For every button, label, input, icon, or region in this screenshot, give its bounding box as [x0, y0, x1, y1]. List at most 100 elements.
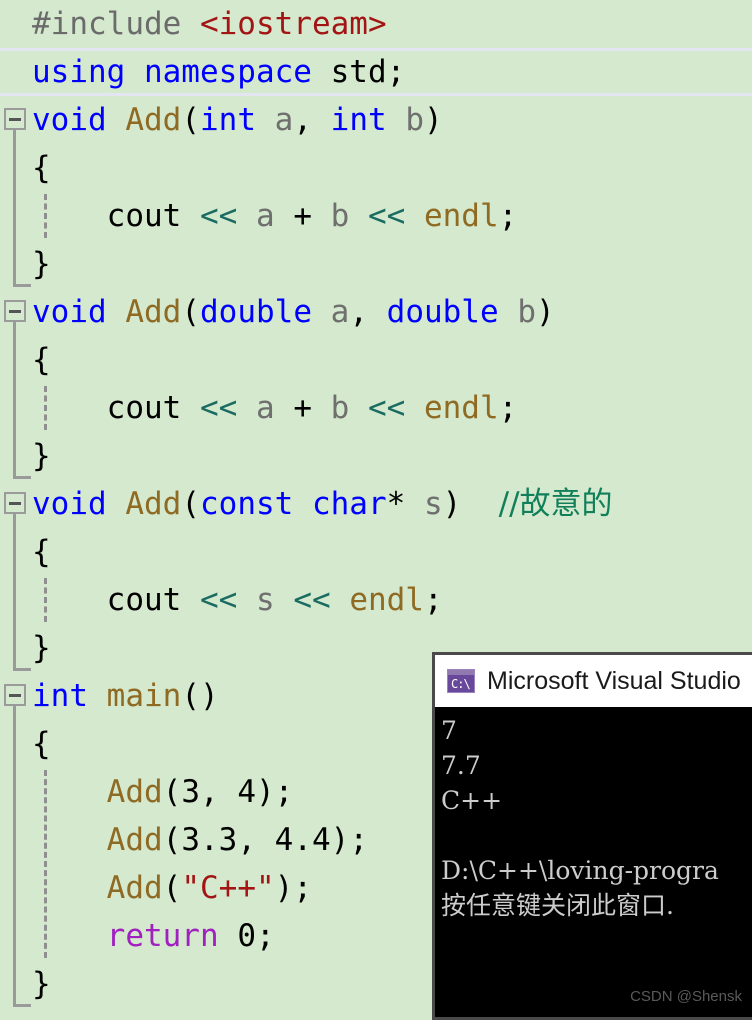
code-line[interactable]: using namespace std;: [0, 48, 752, 96]
code-token: #include: [32, 6, 200, 42]
code-token: a: [330, 294, 350, 330]
code-token: Add: [125, 294, 182, 330]
code-token: ): [442, 486, 499, 522]
block-guide-foot: [13, 284, 31, 287]
code-token: double: [200, 294, 331, 330]
code-token: ,: [200, 774, 238, 810]
code-token: <<: [367, 198, 424, 234]
code-token: {: [32, 726, 51, 762]
code-line[interactable]: cout << a + b << endl;: [0, 192, 752, 240]
code-token: Add: [125, 486, 182, 522]
code-line[interactable]: }: [0, 432, 752, 480]
watermark: CSDN @Shensk: [630, 988, 742, 1005]
console-window-icon: C:\: [447, 669, 475, 693]
code-line[interactable]: {: [0, 528, 752, 576]
code-token: (: [162, 870, 182, 906]
fold-collapse-icon[interactable]: [4, 108, 26, 130]
code-token: ): [535, 294, 555, 330]
code-token: void: [32, 486, 126, 522]
code-token: a: [255, 390, 275, 426]
fold-collapse-icon[interactable]: [4, 300, 26, 322]
code-token: 4.4: [274, 822, 331, 858]
code-token: b: [517, 294, 536, 330]
code-token: <<: [199, 198, 256, 234]
code-token: }: [32, 966, 51, 1002]
code-token: s: [423, 486, 443, 522]
code-token: void: [32, 102, 126, 138]
code-token: double: [386, 294, 518, 330]
code-token: 3: [181, 774, 200, 810]
code-token: ,: [349, 294, 387, 330]
code-token: "C++": [181, 870, 275, 906]
code-token: <<: [293, 582, 350, 618]
code-token: {: [32, 342, 51, 378]
code-token: s: [255, 582, 294, 618]
code-token: );: [274, 870, 312, 906]
code-token: {: [32, 534, 51, 570]
code-line[interactable]: {: [0, 336, 752, 384]
code-token: }: [32, 438, 51, 474]
code-token: +: [274, 198, 331, 234]
code-token: (: [181, 102, 200, 138]
code-line[interactable]: {: [0, 144, 752, 192]
code-token: (: [162, 774, 182, 810]
console-output-line: 7.7: [441, 751, 481, 780]
console-titlebar[interactable]: C:\ Microsoft Visual Studio: [435, 655, 752, 707]
code-token: b: [405, 102, 424, 138]
code-line[interactable]: #include <iostream>: [0, 0, 752, 48]
code-token: ,: [293, 102, 331, 138]
block-guide-line: [13, 130, 16, 284]
console-output: 7 7.7 C++ D:\C++\loving-progra 按任意键关闭此窗口.: [435, 707, 752, 923]
code-token: return: [106, 918, 238, 954]
code-token: endl: [423, 390, 499, 426]
block-guide-line: [13, 322, 16, 476]
code-token: main: [106, 678, 182, 714]
code-token: cout: [32, 198, 200, 234]
code-token: Add: [106, 774, 163, 810]
code-line[interactable]: cout << a + b << endl;: [0, 384, 752, 432]
console-window[interactable]: C:\ Microsoft Visual Studio 7 7.7 C++ D:\C…: [432, 652, 752, 1020]
indent-guide: [44, 578, 47, 622]
code-token: 0;: [237, 918, 275, 954]
code-token: const char: [200, 486, 387, 522]
code-line[interactable]: void Add(int a, int b): [0, 96, 752, 144]
indent-guide: [44, 770, 47, 958]
code-token: }: [32, 246, 51, 282]
code-token: a: [255, 198, 275, 234]
code-line[interactable]: void Add(const char* s) //故意的: [0, 480, 752, 528]
code-token: *: [386, 486, 424, 522]
code-token: ;: [498, 198, 518, 234]
code-token: }: [32, 630, 51, 666]
code-token: (: [181, 486, 200, 522]
code-line[interactable]: }: [0, 240, 752, 288]
code-token: b: [330, 390, 368, 426]
console-title-text: Microsoft Visual Studio: [487, 666, 741, 695]
console-output-line: 按任意键关闭此窗口.: [441, 891, 674, 920]
code-token: );: [256, 774, 294, 810]
code-token: endl: [423, 198, 499, 234]
code-token: ;: [498, 390, 518, 426]
block-guide-foot: [13, 668, 31, 671]
code-token: {: [32, 150, 51, 186]
code-token: (): [181, 678, 219, 714]
code-token: //故意的: [498, 486, 613, 522]
code-token: <<: [199, 582, 256, 618]
code-token: a: [274, 102, 294, 138]
console-output-line: C++: [441, 786, 503, 815]
code-token: int: [330, 102, 406, 138]
code-token: b: [330, 198, 368, 234]
console-icon-prompt: C:\: [451, 677, 471, 691]
code-token: +: [274, 390, 331, 426]
code-token: Add: [106, 822, 163, 858]
code-token: cout: [32, 390, 200, 426]
code-line[interactable]: cout << s << endl;: [0, 576, 752, 624]
code-line[interactable]: void Add(double a, double b): [0, 288, 752, 336]
code-token: <<: [367, 390, 424, 426]
fold-collapse-icon[interactable]: [4, 684, 26, 706]
fold-collapse-icon[interactable]: [4, 492, 26, 514]
code-token: void: [32, 294, 126, 330]
code-token: (: [162, 822, 182, 858]
code-token: int: [200, 102, 275, 138]
code-token: ,: [237, 822, 275, 858]
